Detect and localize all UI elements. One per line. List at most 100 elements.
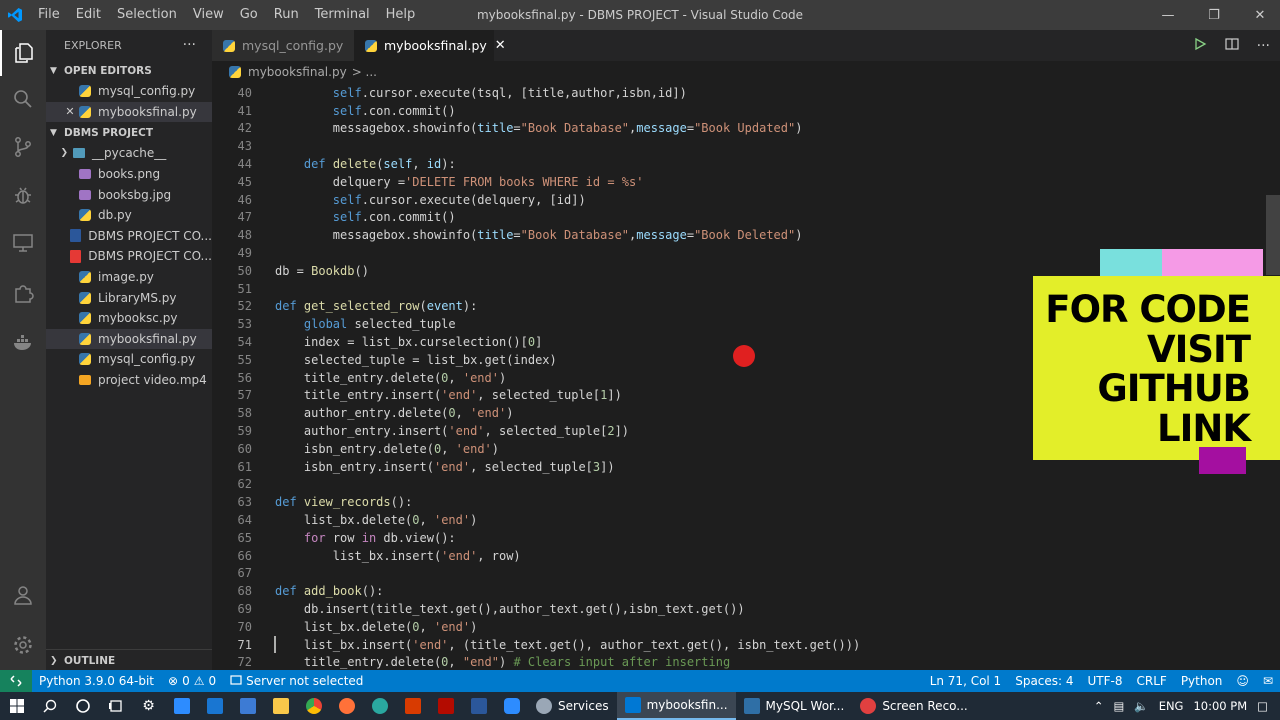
code-line[interactable]: 42 messagebox.showinfo(title="Book Datab… <box>212 120 1280 138</box>
close-tab-icon[interactable]: ✕ <box>495 38 506 53</box>
file-tree-item[interactable]: LibraryMS.py <box>46 287 212 308</box>
show-hidden-icons-icon[interactable]: ⌃ <box>1094 699 1104 713</box>
code-line[interactable]: 64 list_bx.delete(0, 'end') <box>212 511 1280 529</box>
more-actions-button[interactable]: ··· <box>183 37 196 53</box>
scrollbar-thumb[interactable] <box>1266 195 1280 275</box>
menu-help[interactable]: Help <box>378 0 424 30</box>
code-line[interactable]: 47 self.con.commit() <box>212 209 1280 227</box>
menu-selection[interactable]: Selection <box>109 0 185 30</box>
input-language[interactable]: ENG <box>1159 699 1184 713</box>
file-tree-item[interactable]: booksbg.jpg <box>46 184 212 205</box>
office-icon[interactable] <box>396 692 429 720</box>
file-tree-item-selected[interactable]: mybooksfinal.py <box>46 328 212 350</box>
network-icon[interactable]: ▤ <box>1113 699 1124 713</box>
notifications-bell-icon[interactable]: ✉ <box>1256 674 1280 688</box>
remote-indicator-icon[interactable] <box>0 670 32 692</box>
app-pinned-icon[interactable] <box>165 692 198 720</box>
project-folder-header[interactable]: ▼ DBMS PROJECT <box>46 122 212 143</box>
code-line[interactable]: 69 db.insert(title_text.get(),author_tex… <box>212 600 1280 618</box>
file-tree-item[interactable]: mybooksc.py <box>46 308 212 329</box>
code-line[interactable]: 66 list_bx.insert('end', row) <box>212 547 1280 565</box>
windows-start-icon[interactable] <box>0 692 33 720</box>
acrobat-icon[interactable] <box>429 692 462 720</box>
cortana-icon[interactable] <box>66 692 99 720</box>
run-python-file-icon[interactable] <box>1193 37 1207 54</box>
code-line[interactable]: 67 <box>212 565 1280 583</box>
remote-explorer-icon[interactable] <box>0 220 46 266</box>
open-editors-header[interactable]: ▼ OPEN EDITORS <box>46 60 212 81</box>
file-explorer-icon[interactable] <box>264 692 297 720</box>
more-editor-actions-icon[interactable]: ··· <box>1257 38 1270 54</box>
source-control-icon[interactable] <box>0 124 46 170</box>
code-line[interactable]: 68 def add_book(): <box>212 582 1280 600</box>
code-line[interactable]: 62 <box>212 476 1280 494</box>
code-line[interactable]: 40 self.cursor.execute(tsql, [title,auth… <box>212 84 1280 102</box>
feedback-icon[interactable]: ☺ <box>1229 674 1256 688</box>
mail-app-icon[interactable] <box>198 692 231 720</box>
store-app-icon[interactable] <box>231 692 264 720</box>
file-tree-item[interactable]: books.png <box>46 164 212 185</box>
file-tree-item[interactable]: DBMS PROJECT CO... <box>46 226 212 247</box>
menu-edit[interactable]: Edit <box>68 0 109 30</box>
open-editor-item-active[interactable]: ✕ mybooksfinal.py <box>46 101 212 123</box>
file-tree-item[interactable]: image.py <box>46 267 212 288</box>
menu-terminal[interactable]: Terminal <box>307 0 378 30</box>
python-interpreter[interactable]: Python 3.9.0 64-bit <box>32 674 161 688</box>
task-view-icon[interactable] <box>99 692 132 720</box>
extensions-icon[interactable] <box>0 270 46 316</box>
code-line[interactable]: 45 delquery ='DELETE FROM books WHERE id… <box>212 173 1280 191</box>
menu-view[interactable]: View <box>185 0 232 30</box>
edge-icon[interactable] <box>363 692 396 720</box>
firefox-icon[interactable] <box>330 692 363 720</box>
zoom-app-icon[interactable] <box>495 692 528 720</box>
close-icon[interactable]: ✕ <box>64 105 76 118</box>
encoding[interactable]: UTF-8 <box>1081 674 1130 688</box>
code-line[interactable]: 72 title_entry.delete(0, "end") # Clears… <box>212 654 1280 670</box>
code-line[interactable]: 48 messagebox.showinfo(title="Book Datab… <box>212 226 1280 244</box>
code-line[interactable]: 61 isbn_entry.insert('end', selected_tup… <box>212 458 1280 476</box>
cursor-position[interactable]: Ln 71, Col 1 <box>923 674 1009 688</box>
indentation[interactable]: Spaces: 4 <box>1008 674 1080 688</box>
split-editor-icon[interactable] <box>1225 37 1239 54</box>
account-icon[interactable] <box>0 572 46 618</box>
tab-mybooksfinal[interactable]: mybooksfinal.py ✕ <box>354 30 506 61</box>
taskbar-app-services[interactable]: Services <box>528 692 617 720</box>
open-editor-item[interactable]: mysql_config.py <box>46 81 212 102</box>
search-icon[interactable] <box>0 76 46 122</box>
breadcrumb-more[interactable]: > ... <box>352 65 377 79</box>
menu-file[interactable]: File <box>30 0 68 30</box>
clock[interactable]: 10:00 PM <box>1193 699 1247 713</box>
problems-indicator[interactable]: ⊗ 0 ⚠ 0 <box>161 674 223 688</box>
file-tree-item[interactable]: db.py <box>46 205 212 226</box>
code-line[interactable]: 71 list_bx.insert('end', (title_text.get… <box>212 636 1280 654</box>
code-line[interactable]: 43 <box>212 137 1280 155</box>
file-tree-item[interactable]: DBMS PROJECT CO... <box>46 246 212 267</box>
settings-gear-icon[interactable] <box>0 622 46 668</box>
language-mode[interactable]: Python <box>1174 674 1230 688</box>
code-line[interactable]: 44 def delete(self, id): <box>212 155 1280 173</box>
taskbar-app-mysql-workbench[interactable]: MySQL Wor... <box>736 692 853 720</box>
notification-center-icon[interactable]: □ <box>1257 699 1268 713</box>
menu-go[interactable]: Go <box>232 0 266 30</box>
breadcrumb-file[interactable]: mybooksfinal.py <box>248 65 347 79</box>
maximize-button[interactable]: ❐ <box>1194 0 1234 30</box>
file-tree-item[interactable]: project video.mp4 <box>46 370 212 391</box>
file-tree-item[interactable]: mysql_config.py <box>46 349 212 370</box>
menu-run[interactable]: Run <box>266 0 307 30</box>
minimize-button[interactable]: — <box>1148 0 1188 30</box>
file-tree-folder[interactable]: ❯ __pycache__ <box>46 143 212 164</box>
code-line[interactable]: 63 def view_records(): <box>212 493 1280 511</box>
code-line[interactable]: 65 for row in db.view(): <box>212 529 1280 547</box>
word-app-icon[interactable] <box>462 692 495 720</box>
docker-icon[interactable] <box>0 320 46 366</box>
tab-mysql-config[interactable]: mysql_config.py <box>212 30 354 61</box>
taskbar-app-screen-recorder[interactable]: Screen Reco... <box>852 692 975 720</box>
taskbar-search-icon[interactable] <box>33 692 66 720</box>
close-window-button[interactable]: ✕ <box>1240 0 1280 30</box>
end-of-line[interactable]: CRLF <box>1130 674 1174 688</box>
settings-app-icon[interactable]: ⚙ <box>132 692 165 720</box>
code-line[interactable]: 70 list_bx.delete(0, 'end') <box>212 618 1280 636</box>
explorer-icon[interactable] <box>0 30 46 76</box>
code-line[interactable]: 46 self.cursor.execute(delquery, [id]) <box>212 191 1280 209</box>
code-line[interactable]: 41 self.con.commit() <box>212 102 1280 120</box>
